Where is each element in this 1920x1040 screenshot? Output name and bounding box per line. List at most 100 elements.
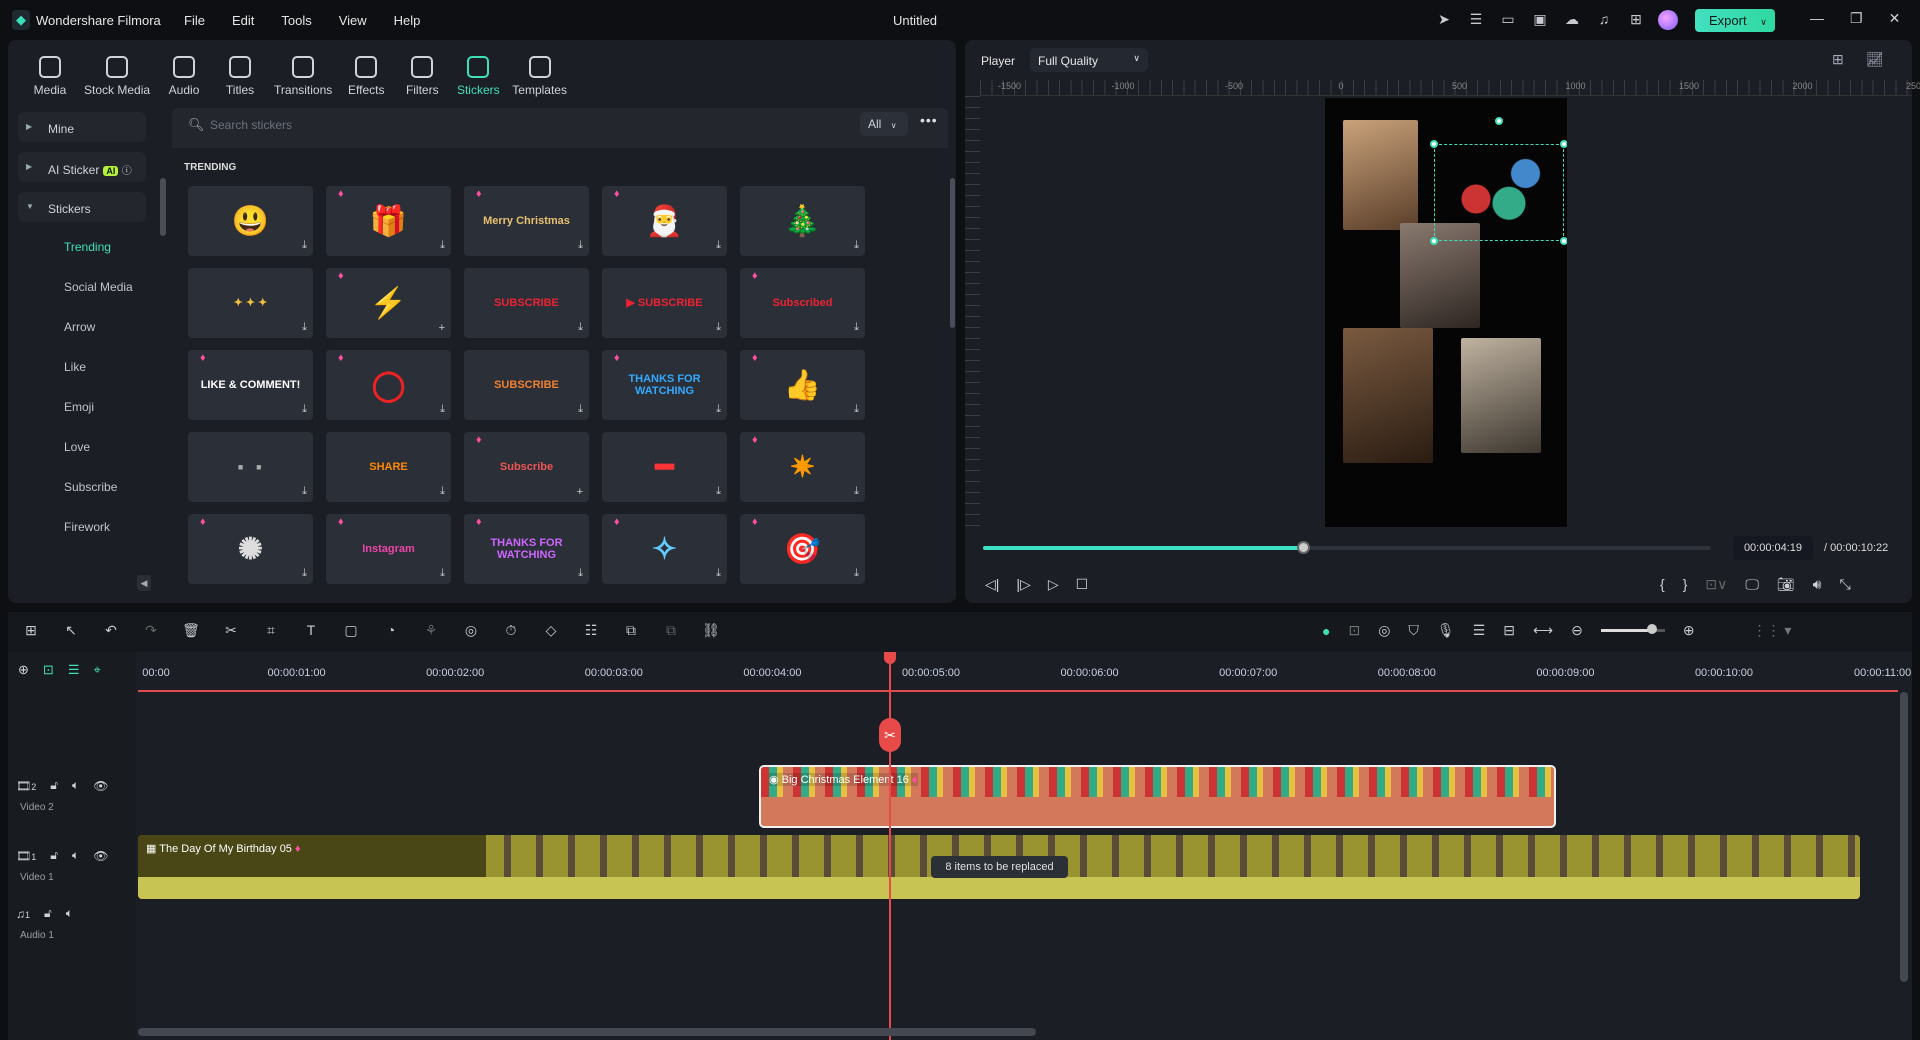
sidebar-item-firework[interactable]: Firework	[64, 520, 133, 560]
select-tool-icon[interactable]: ↖	[60, 622, 82, 639]
menu-view[interactable]: View	[339, 13, 367, 28]
sticker-item[interactable]: ♦ ⚡ +	[326, 268, 451, 338]
cut-icon[interactable]: ✂	[220, 622, 242, 639]
keyframe-icon[interactable]: ◇	[540, 622, 562, 639]
text-icon[interactable]: T	[300, 622, 322, 639]
sticker-item[interactable]: ♦ LIKE & COMMENT! ⤓	[188, 350, 313, 420]
download-icon[interactable]: ⤓	[302, 485, 307, 498]
ai-mate-icon[interactable]: ●	[1322, 623, 1330, 639]
download-icon[interactable]: ⤓	[854, 485, 859, 498]
menu-file[interactable]: File	[184, 13, 205, 28]
selection-box[interactable]	[1430, 117, 1567, 245]
group-icon[interactable]: ⧉	[620, 622, 642, 639]
tab-media[interactable]: Media	[22, 56, 78, 97]
sticker-item[interactable]: ✦ ✦ ✦ ⤓	[188, 268, 313, 338]
sidebar-item-emoji[interactable]: Emoji	[64, 400, 133, 440]
download-icon[interactable]: ⤓	[578, 403, 583, 416]
sidebar-item-ai-sticker[interactable]: ▶ AI Sticker AI ⓘ	[18, 152, 146, 182]
previous-frame-icon[interactable]: ◁|	[985, 576, 999, 593]
quality-dropdown[interactable]: Full Quality ∨	[1030, 48, 1148, 72]
sticker-item[interactable]: ▶ SUBSCRIBE ⤓	[602, 268, 727, 338]
grid-view-icon[interactable]: ⊞	[1832, 51, 1844, 68]
collapse-sidebar-button[interactable]: ◀	[137, 575, 151, 591]
sidebar-scrollbar[interactable]	[160, 178, 166, 236]
sticker-item[interactable]: 🎄 ⤓	[740, 186, 865, 256]
current-time[interactable]: 00:00:04:19	[1733, 536, 1813, 560]
eye-icon[interactable]: 👁︎	[93, 849, 108, 863]
download-icon[interactable]: ⤓	[440, 239, 445, 252]
sticker-item[interactable]: ♦ 👍 ⤓	[740, 350, 865, 420]
crop-icon[interactable]: ⌗	[260, 622, 282, 639]
tab-stock-media[interactable]: Stock Media	[78, 56, 156, 97]
download-icon[interactable]: ⤓	[302, 567, 307, 580]
save-icon[interactable]: ▣	[1531, 10, 1549, 28]
download-icon[interactable]: ⤓	[578, 239, 583, 252]
sticker-item[interactable]: ♦ Merry Christmas ⤓	[464, 186, 589, 256]
undo-icon[interactable]: ↶	[100, 622, 122, 639]
minimize-icon[interactable]: —	[1810, 10, 1824, 27]
cloud-upload-icon[interactable]: ☁	[1563, 10, 1581, 28]
sticker-item[interactable]: SUBSCRIBE ⤓	[464, 350, 589, 420]
sidebar-item-stickers[interactable]: ▼ Stickers	[18, 192, 146, 222]
display-settings-icon[interactable]: 🖵︎	[1745, 576, 1759, 593]
sticker-item[interactable]: ♦ 🎯 ⤓	[740, 514, 865, 584]
restore-icon[interactable]: ❐	[1850, 10, 1863, 27]
eye-icon[interactable]: 👁︎	[93, 779, 108, 793]
add-track-icon[interactable]: ⊕	[18, 662, 29, 678]
sticker-item[interactable]: ♦ ◯ ⤓	[326, 350, 451, 420]
mute-icon[interactable]: 🔈︎	[72, 848, 79, 863]
mute-icon[interactable]: 🔈︎	[66, 906, 73, 921]
split-scissors-icon[interactable]: ✂	[879, 718, 901, 752]
apps-grid-icon[interactable]: ⊞	[1627, 10, 1645, 28]
sidebar-item-social-media[interactable]: Social Media	[64, 280, 133, 320]
download-icon[interactable]: ⤓	[302, 239, 307, 252]
sidebar-item-subscribe[interactable]: Subscribe	[64, 480, 133, 520]
playhead[interactable]	[889, 652, 891, 1040]
mark-out-icon[interactable]: }	[1683, 576, 1688, 593]
timeline-horizontal-scrollbar[interactable]	[138, 1028, 1036, 1036]
download-icon[interactable]: ⤓	[440, 485, 445, 498]
download-icon[interactable]: ⤓	[716, 403, 721, 416]
sticker-item[interactable]: ♦ Subscribe +	[464, 432, 589, 502]
ai-tool-icon[interactable]: ◎	[460, 622, 482, 639]
tab-transitions[interactable]: Transitions	[268, 56, 338, 97]
add-icon[interactable]: +	[439, 322, 445, 334]
send-icon[interactable]: ➤	[1435, 10, 1453, 28]
mute-icon[interactable]: 🔈︎	[72, 778, 79, 793]
add-icon[interactable]: +	[577, 486, 583, 498]
sticker-item[interactable]: ♦ 🎅 ⤓	[602, 186, 727, 256]
snap-icon[interactable]: ⌖	[93, 662, 100, 678]
color-icon[interactable]: ⚘	[420, 622, 442, 639]
more-options-icon[interactable]: •••	[920, 112, 938, 128]
tab-templates[interactable]: Templates	[506, 56, 573, 97]
fullscreen-icon[interactable]: ⤡	[1839, 576, 1850, 593]
lock-icon[interactable]: 🔓︎	[50, 848, 58, 863]
search-input[interactable]	[210, 114, 610, 136]
timer-icon[interactable]: ⏱	[500, 622, 522, 639]
sidebar-item-like[interactable]: Like	[64, 360, 133, 400]
tab-effects[interactable]: Effects	[338, 56, 394, 97]
close-icon[interactable]: ✕	[1889, 10, 1901, 27]
export-button[interactable]: Export ∨	[1695, 9, 1775, 32]
lock-icon[interactable]: 🔓︎	[44, 906, 52, 921]
sticker-item[interactable]: ♦ ✷ ⤓	[740, 432, 865, 502]
sticker-clip[interactable]: ◉ Big Christmas Element 16 ♦	[759, 765, 1556, 828]
sidebar-item-mine[interactable]: ▶ Mine	[18, 112, 146, 142]
sticker-item[interactable]: 😃 ⤓	[188, 186, 313, 256]
download-icon[interactable]: ⤓	[578, 567, 583, 580]
fit-timeline-icon[interactable]: ⟷	[1533, 622, 1553, 639]
chevron-down-icon[interactable]: ∨	[1760, 17, 1767, 27]
timeline-zoom-slider[interactable]	[1600, 624, 1665, 634]
lock-icon[interactable]: 🔓︎	[50, 778, 58, 793]
download-icon[interactable]: ⤓	[578, 321, 583, 334]
zoom-in-icon[interactable]: ⊕	[1683, 622, 1695, 639]
redo-icon[interactable]: ↷	[140, 622, 162, 639]
sticker-item[interactable]: ♦ 🎁 ⤓	[326, 186, 451, 256]
resize-handle[interactable]	[1560, 140, 1567, 148]
mark-in-icon[interactable]: {	[1660, 576, 1665, 593]
download-icon[interactable]: ⤓	[440, 567, 445, 580]
sticker-item[interactable]: SUBSCRIBE ⤓	[464, 268, 589, 338]
timeline-ruler[interactable]: 00:00 00:00:01:00 00:00:02:00 00:00:03:00 00…	[138, 652, 1911, 692]
sidebar-item-arrow[interactable]: Arrow	[64, 320, 133, 360]
task-list-icon[interactable]: ☰	[1467, 10, 1485, 28]
